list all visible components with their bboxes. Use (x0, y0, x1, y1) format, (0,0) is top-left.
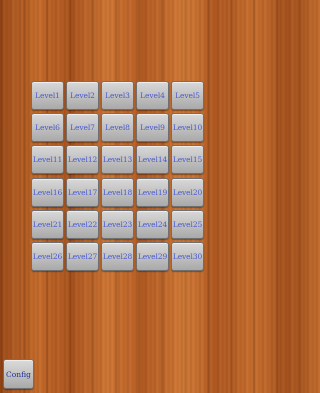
level-button-24[interactable]: Level24 (136, 209, 169, 239)
level-select-screen: { "levels": [ {"label": "Level1"}, {"lab… (0, 0, 236, 393)
level-button-5[interactable]: Level5 (171, 81, 204, 110)
level-button-30[interactable]: Level30 (171, 241, 204, 271)
level-button-25[interactable]: Level25 (171, 209, 204, 239)
level-button-19[interactable]: Level19 (136, 177, 169, 207)
level-button-14[interactable]: Level14 (136, 145, 169, 175)
level-button-11[interactable]: Level11 (31, 145, 64, 175)
level-button-23[interactable]: Level23 (101, 209, 134, 239)
level-button-12[interactable]: Level12 (66, 145, 99, 175)
level-grid: Level1 Level2 Level3 Level4 Level5 Level… (31, 81, 205, 271)
level-button-28[interactable]: Level28 (101, 241, 134, 271)
level-button-18[interactable]: Level18 (101, 177, 134, 207)
level-button-20[interactable]: Level20 (171, 177, 204, 207)
level-button-21[interactable]: Level21 (31, 209, 64, 239)
level-button-17[interactable]: Level17 (66, 177, 99, 207)
level-button-13[interactable]: Level13 (101, 145, 134, 175)
level-button-29[interactable]: Level29 (136, 241, 169, 271)
level-button-3[interactable]: Level3 (101, 81, 134, 110)
level-button-27[interactable]: Level27 (66, 241, 99, 271)
level-button-26[interactable]: Level26 (31, 241, 64, 271)
level-button-8[interactable]: Level8 (101, 113, 134, 143)
config-button[interactable]: Config (3, 359, 34, 389)
level-button-15[interactable]: Level15 (171, 145, 204, 175)
level-button-7[interactable]: Level7 (66, 113, 99, 143)
level-button-9[interactable]: Level9 (136, 113, 169, 143)
level-button-4[interactable]: Level4 (136, 81, 169, 110)
level-button-1[interactable]: Level1 (31, 81, 64, 110)
level-button-22[interactable]: Level22 (66, 209, 99, 239)
level-button-10[interactable]: Level10 (171, 113, 204, 143)
level-button-2[interactable]: Level2 (66, 81, 99, 110)
level-button-16[interactable]: Level16 (31, 177, 64, 207)
level-button-6[interactable]: Level6 (31, 113, 64, 143)
